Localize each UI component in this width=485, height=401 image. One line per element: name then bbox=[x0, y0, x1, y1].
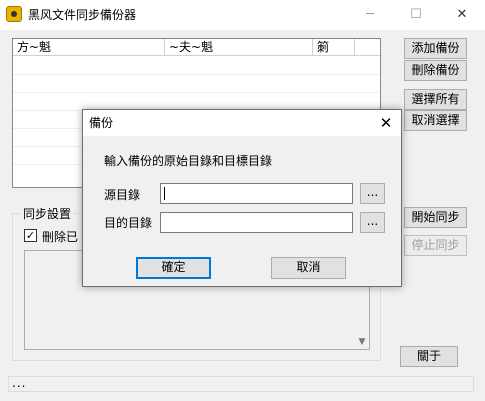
start-sync-button[interactable]: 開始同步 bbox=[404, 207, 467, 228]
add-backup-button[interactable]: 添加備份 bbox=[404, 38, 467, 59]
delete-backup-button[interactable]: 刪除備份 bbox=[404, 60, 467, 81]
select-all-button[interactable]: 選擇所有 bbox=[404, 89, 467, 110]
source-dir-input[interactable] bbox=[160, 183, 353, 204]
app-icon bbox=[6, 6, 22, 22]
cancel-select-button[interactable]: 取消選擇 bbox=[404, 110, 467, 131]
dialog-close-icon[interactable]: ✕ bbox=[372, 111, 400, 135]
maximize-button[interactable]: ☐ bbox=[393, 0, 439, 30]
column-header-target[interactable]: ~夫~魁 bbox=[165, 39, 313, 56]
text-caret bbox=[164, 187, 165, 200]
column-header-filler bbox=[355, 39, 380, 56]
target-dir-input[interactable] bbox=[160, 212, 353, 233]
checkbox-check-icon: ✓ bbox=[25, 229, 36, 242]
list-row-line bbox=[13, 92, 380, 93]
target-browse-button[interactable]: ... bbox=[360, 212, 385, 233]
stop-sync-button[interactable]: 停止同步 bbox=[404, 235, 467, 256]
window-title: 黑风文件同步備份器 bbox=[28, 8, 137, 22]
target-dir-label: 目的目錄 bbox=[104, 216, 153, 230]
minimize-button[interactable]: ─ bbox=[347, 0, 393, 30]
source-browse-button[interactable]: ... bbox=[360, 183, 385, 204]
delete-option-label[interactable]: 刪除已 bbox=[42, 228, 78, 245]
dialog-prompt: 輸入備份的原始目錄和目標目錄 bbox=[104, 154, 273, 168]
status-bar bbox=[8, 376, 474, 392]
dialog-title-bar bbox=[83, 110, 401, 136]
status-text: ... bbox=[12, 376, 27, 390]
about-button[interactable]: 關于 bbox=[400, 346, 458, 367]
column-header-source[interactable]: 方~魁 bbox=[13, 39, 165, 56]
source-dir-label: 源目錄 bbox=[104, 188, 141, 202]
cancel-button[interactable]: 取消 bbox=[271, 257, 346, 279]
scroll-down-arrow-icon[interactable]: ▼ bbox=[355, 336, 369, 349]
sync-settings-legend: 同步設置 bbox=[20, 205, 75, 222]
column-header-state[interactable]: 箣 bbox=[313, 39, 355, 56]
dialog-title: 備份 bbox=[89, 116, 114, 130]
delete-option-checkbox[interactable]: ✓ bbox=[24, 229, 37, 242]
list-row-line bbox=[13, 74, 380, 75]
close-window-button[interactable]: ✕ bbox=[439, 0, 485, 30]
ok-button[interactable]: 確定 bbox=[136, 257, 211, 279]
